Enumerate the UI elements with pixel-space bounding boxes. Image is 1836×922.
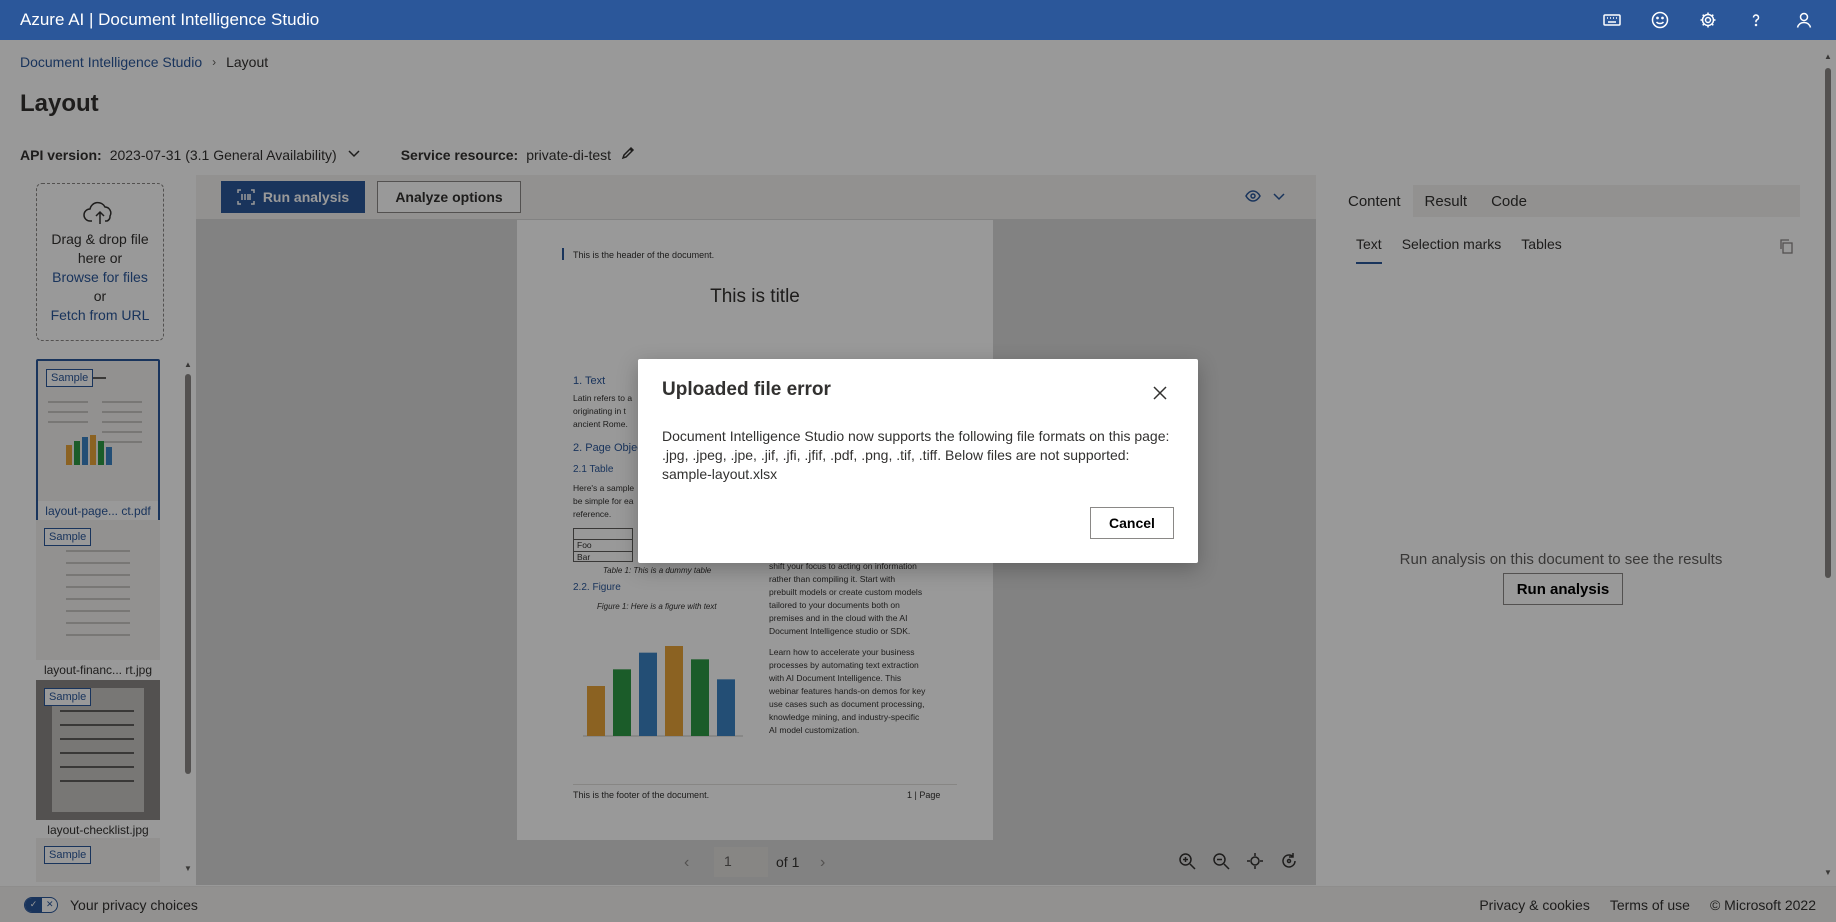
dialog-message: Document Intelligence Studio now support… (662, 428, 1170, 463)
top-bar: Azure AI | Document Intelligence Studio (0, 0, 1836, 40)
feedback-smiley-icon[interactable] (1636, 0, 1684, 40)
close-icon[interactable] (1148, 381, 1172, 405)
account-icon[interactable] (1780, 0, 1828, 40)
dialog-title: Uploaded file error (662, 379, 831, 400)
uploaded-file-error-dialog: Uploaded file error Document Intelligenc… (638, 359, 1198, 563)
app-title[interactable]: Azure AI | Document Intelligence Studio (0, 10, 1588, 30)
unsupported-file-name: sample-layout.xlsx (662, 466, 778, 482)
cancel-button[interactable]: Cancel (1090, 507, 1174, 539)
help-icon[interactable] (1732, 0, 1780, 40)
dialog-body: Document Intelligence Studio now support… (662, 427, 1174, 484)
settings-gear-icon[interactable] (1684, 0, 1732, 40)
keyboard-icon[interactable] (1588, 0, 1636, 40)
